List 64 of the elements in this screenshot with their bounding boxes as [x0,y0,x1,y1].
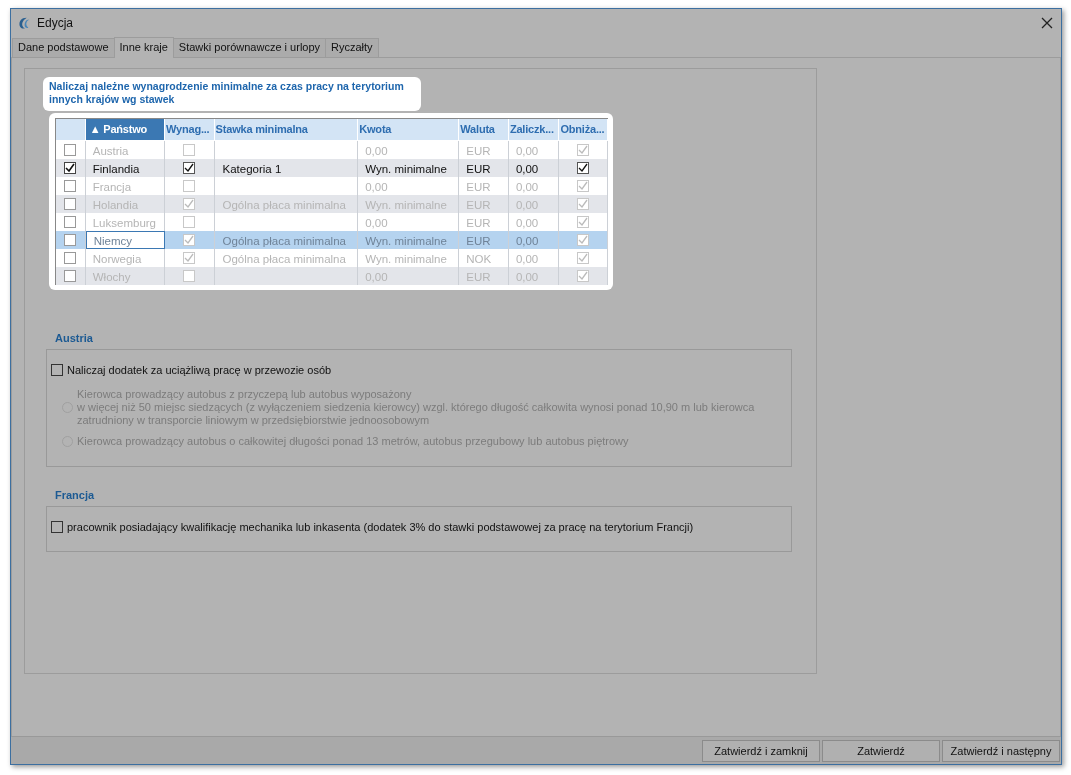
table-cell: Ogólna płaca minimalna [222,234,346,247]
table-cell: EUR [466,144,491,157]
table-cell: Kategoria 1 [222,162,282,175]
checkbox[interactable] [64,144,77,156]
table-cell: 0,00 [365,144,388,157]
section-title: Francja [55,489,96,501]
column-header[interactable]: Waluta [459,119,509,141]
table-cell: EUR [466,216,491,229]
checkbox[interactable] [64,162,77,174]
column-header[interactable]: Stawka minimalna [214,119,359,141]
table-cell: NOK [466,252,492,265]
table-row[interactable]: Finlandia Kategoria 1 Wyn. minimalne EUR 0,00 [56,159,608,177]
checkbox[interactable] [64,216,77,228]
checkbox-label: pracownik posiadający kwalifikację mechanika lub inkasenta (dodatek 3% do stawki podstawowej za pracę na terytorium Francji) [67,521,694,533]
table-cell: 0,00 [365,180,388,193]
table-cell: 0,00 [515,252,539,265]
section-title: Austria [55,332,94,344]
tab[interactable]: Inne kraje [113,37,174,58]
column-header[interactable]: Zaliczk... [508,119,560,141]
confirm-button[interactable]: Zatwierdź [822,739,940,762]
window-title: Edycja [37,15,75,30]
column-header[interactable] [56,119,86,141]
checkbox[interactable] [64,198,77,210]
table-row[interactable]: Niemcy Ogólna płaca minimalna Wyn. minimalne EUR 0,00 [56,231,608,249]
checkbox-label: Naliczaj dodatek za uciążliwą pracę w przewozie osób [67,364,332,376]
confirm-button[interactable]: Zatwierdź i następny [942,739,1060,762]
table-cell: 0,00 [515,144,539,157]
tab[interactable]: Ryczałty [325,38,379,57]
app-logo-icon [17,15,31,30]
table-cell: Norwegia [92,252,142,265]
table-cell: 0,00 [365,216,388,229]
table-cell: EUR [466,180,491,193]
table-cell: Wyn. minimalne [365,162,447,175]
checkbox[interactable] [64,180,77,192]
checkbox[interactable] [51,521,63,533]
table-cell: 0,00 [515,234,539,247]
confirm-button[interactable]: Zatwierdź i zamknij [702,739,820,762]
checkbox[interactable] [64,252,77,264]
table-cell: EUR [466,234,491,247]
checkbox[interactable] [64,234,77,246]
column-header[interactable]: Wynag... [165,119,215,141]
checkbox[interactable] [51,364,63,376]
table-cell: Niemcy [93,234,133,247]
close-icon[interactable] [1041,16,1053,29]
checkbox[interactable] [64,270,77,282]
table-cell: Wyn. minimalne [365,234,447,247]
table-cell: Ogólna płaca minimalna [222,252,346,265]
checkbox[interactable] [183,162,196,174]
column-header[interactable]: Obniża... [559,119,608,141]
callout-text: Naliczaj należne wynagrodzenie minimalne za czas pracy na terytorium innych krajów wg stawek [43,77,421,111]
table-cell: Wyn. minimalne [365,252,447,265]
table-cell: Francja [92,180,132,193]
tab[interactable]: Stawki porównawcze i urlopy [172,38,327,57]
checkbox[interactable] [577,162,590,174]
table-cell: 0,00 [515,180,539,193]
table-cell: Finlandia [92,162,140,175]
tab[interactable]: Dane podstawowe [12,38,115,57]
column-header[interactable]: ▲ Państwo [85,119,166,141]
table-cell: Austria [92,144,129,157]
table-cell: EUR [466,162,491,175]
column-header[interactable]: Kwota [358,119,460,141]
table-cell: Luksemburg [92,216,156,229]
table-cell: 0,00 [515,162,539,175]
table-cell: 0,00 [515,216,539,229]
